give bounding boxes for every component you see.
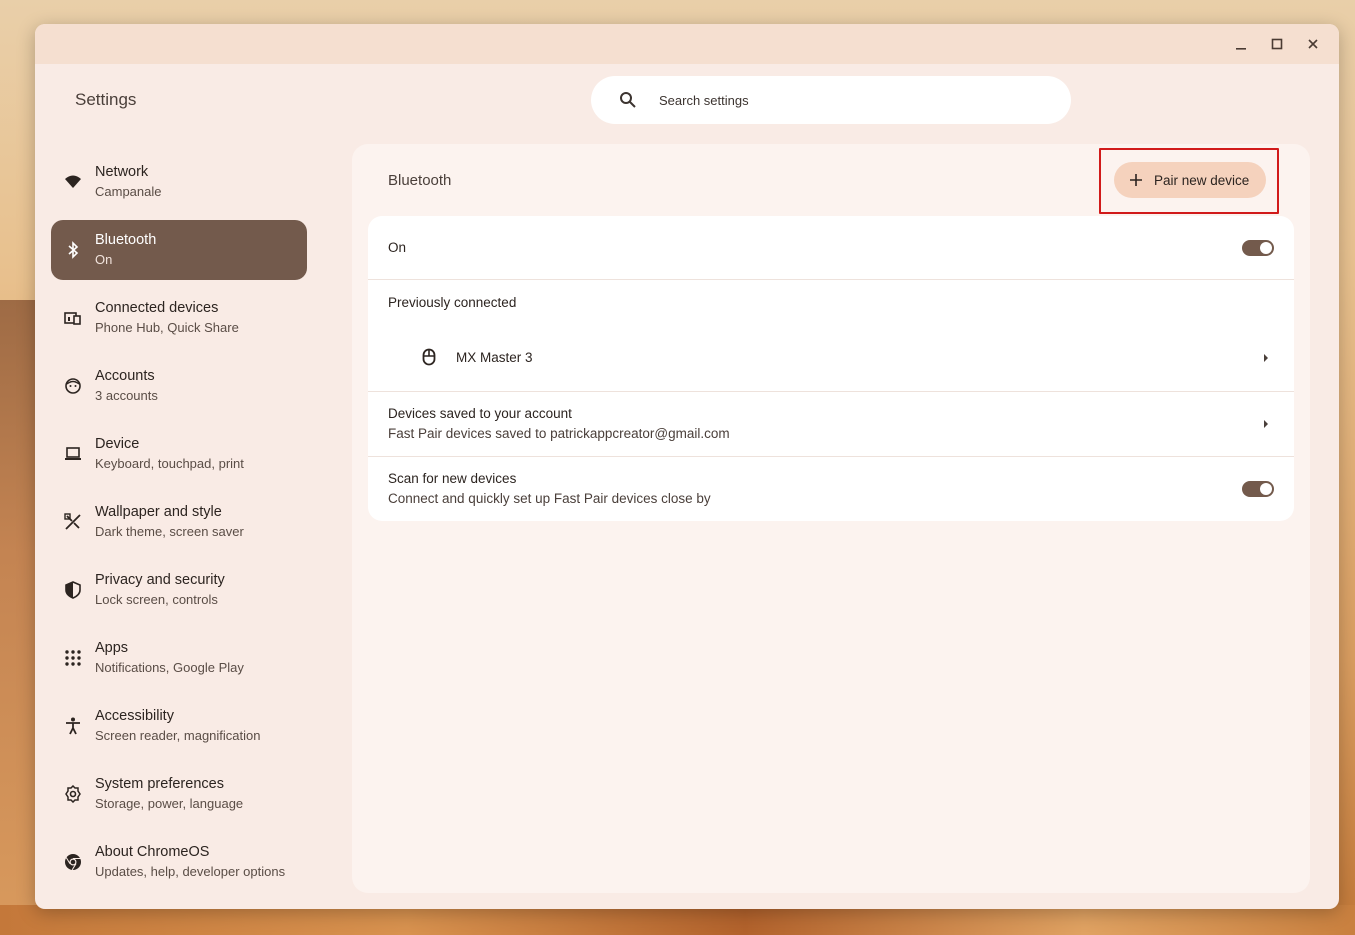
sidebar-item-privacy[interactable]: Privacy and security Lock screen, contro… bbox=[51, 560, 307, 620]
sidebar-item-label: Accessibility bbox=[95, 708, 174, 724]
scan-toggle[interactable] bbox=[1242, 481, 1274, 497]
sidebar-item-accessibility[interactable]: Accessibility Screen reader, magnificati… bbox=[51, 696, 307, 756]
pair-new-device-label: Pair new device bbox=[1154, 172, 1250, 188]
sidebar-item-sub: Screen reader, magnification bbox=[95, 728, 261, 743]
sidebar-item-about-chromeos[interactable]: About ChromeOS Updates, help, developer … bbox=[51, 832, 307, 892]
sidebar-item-sub: 3 accounts bbox=[95, 388, 158, 403]
device-row-mx-master-3[interactable]: MX Master 3 bbox=[368, 330, 1294, 385]
sidebar-item-wallpaper[interactable]: Wallpaper and style Dark theme, screen s… bbox=[51, 492, 307, 552]
sidebar: Network Campanale Bluetooth On Connected… bbox=[51, 152, 307, 900]
close-icon bbox=[1308, 39, 1318, 49]
sidebar-item-sub: Notifications, Google Play bbox=[95, 660, 244, 675]
wifi-icon bbox=[63, 173, 83, 191]
desktop-wallpaper-left bbox=[0, 300, 40, 935]
saved-devices-title: Devices saved to your account bbox=[388, 406, 572, 421]
palette-icon bbox=[63, 513, 83, 531]
sidebar-item-sub: Keyboard, touchpad, print bbox=[95, 456, 244, 471]
sidebar-item-sub: Campanale bbox=[95, 184, 162, 199]
bluetooth-toggle[interactable] bbox=[1242, 240, 1274, 256]
sidebar-item-label: Privacy and security bbox=[95, 572, 225, 588]
sidebar-item-sub: Storage, power, language bbox=[95, 796, 244, 811]
laptop-icon bbox=[63, 445, 83, 463]
sidebar-item-label: System preferences bbox=[95, 776, 224, 792]
sidebar-item-sub: Phone Hub, Quick Share bbox=[95, 320, 239, 335]
sidebar-item-label: Bluetooth bbox=[95, 232, 157, 248]
shield-icon bbox=[63, 581, 83, 599]
plus-icon bbox=[1130, 174, 1142, 186]
bluetooth-on-row: On bbox=[368, 216, 1294, 280]
bluetooth-panel: Bluetooth Pair new device On Previously … bbox=[352, 144, 1310, 893]
sidebar-item-label: Network bbox=[95, 164, 149, 180]
settings-window: Settings Network Campanale Bluetooth On bbox=[35, 24, 1339, 909]
sidebar-item-accounts[interactable]: Accounts 3 accounts bbox=[51, 356, 307, 416]
scan-new-devices-row: Scan for new devices Connect and quickly… bbox=[368, 457, 1294, 521]
accessibility-icon bbox=[63, 717, 83, 735]
app-title: Settings bbox=[75, 90, 137, 109]
title-bar bbox=[35, 24, 1339, 64]
maximize-button[interactable] bbox=[1265, 32, 1289, 56]
desktop-wallpaper-bottom bbox=[0, 905, 1355, 935]
chevron-right-icon bbox=[1264, 354, 1268, 362]
search-icon bbox=[620, 92, 636, 108]
chevron-right-icon bbox=[1264, 420, 1268, 428]
sidebar-item-sub: On bbox=[95, 252, 113, 267]
device-name: MX Master 3 bbox=[456, 350, 533, 365]
sidebar-item-apps[interactable]: Apps Notifications, Google Play bbox=[51, 628, 307, 688]
sidebar-item-label: Wallpaper and style bbox=[95, 504, 222, 520]
saved-devices-sub: Fast Pair devices saved to patrickappcre… bbox=[388, 426, 730, 441]
search-input[interactable] bbox=[659, 92, 1019, 108]
pair-new-device-button[interactable]: Pair new device bbox=[1114, 162, 1266, 198]
page-title: Bluetooth bbox=[388, 172, 452, 189]
sidebar-item-system-preferences[interactable]: System preferences Storage, power, langu… bbox=[51, 764, 307, 824]
sidebar-item-network[interactable]: Network Campanale bbox=[51, 152, 307, 212]
minimize-icon bbox=[1236, 48, 1246, 50]
chrome-icon bbox=[63, 853, 83, 871]
sidebar-item-sub: Dark theme, screen saver bbox=[95, 524, 244, 539]
bluetooth-icon bbox=[63, 241, 83, 259]
maximize-icon bbox=[1271, 38, 1283, 50]
bluetooth-on-label: On bbox=[388, 240, 407, 255]
sidebar-item-sub: Updates, help, developer options bbox=[95, 864, 286, 879]
gear-icon bbox=[63, 785, 83, 803]
sidebar-item-sub: Lock screen, controls bbox=[95, 592, 218, 607]
sidebar-item-label: About ChromeOS bbox=[95, 844, 210, 860]
sidebar-item-label: Apps bbox=[95, 640, 129, 656]
face-icon bbox=[63, 377, 83, 395]
mouse-icon bbox=[422, 348, 436, 366]
apps-grid-icon bbox=[63, 649, 83, 667]
bluetooth-card: On Previously connected MX Master 3 Devi… bbox=[368, 216, 1294, 521]
previously-connected-heading: Previously connected bbox=[388, 295, 517, 310]
scan-title: Scan for new devices bbox=[388, 471, 517, 486]
sidebar-item-connected-devices[interactable]: Connected devices Phone Hub, Quick Share bbox=[51, 288, 307, 348]
sidebar-item-label: Accounts bbox=[95, 368, 155, 384]
sidebar-item-label: Connected devices bbox=[95, 300, 219, 316]
sidebar-item-device[interactable]: Device Keyboard, touchpad, print bbox=[51, 424, 307, 484]
sidebar-item-label: Device bbox=[95, 436, 140, 452]
devices-icon bbox=[63, 309, 83, 327]
close-button[interactable] bbox=[1301, 32, 1325, 56]
minimize-button[interactable] bbox=[1229, 32, 1253, 56]
scan-sub: Connect and quickly set up Fast Pair dev… bbox=[388, 491, 711, 506]
sidebar-item-bluetooth[interactable]: Bluetooth On bbox=[51, 220, 307, 280]
search-box[interactable] bbox=[591, 76, 1071, 124]
saved-devices-row[interactable]: Devices saved to your account Fast Pair … bbox=[368, 392, 1294, 457]
previously-connected-section: Previously connected MX Master 3 bbox=[368, 280, 1294, 392]
